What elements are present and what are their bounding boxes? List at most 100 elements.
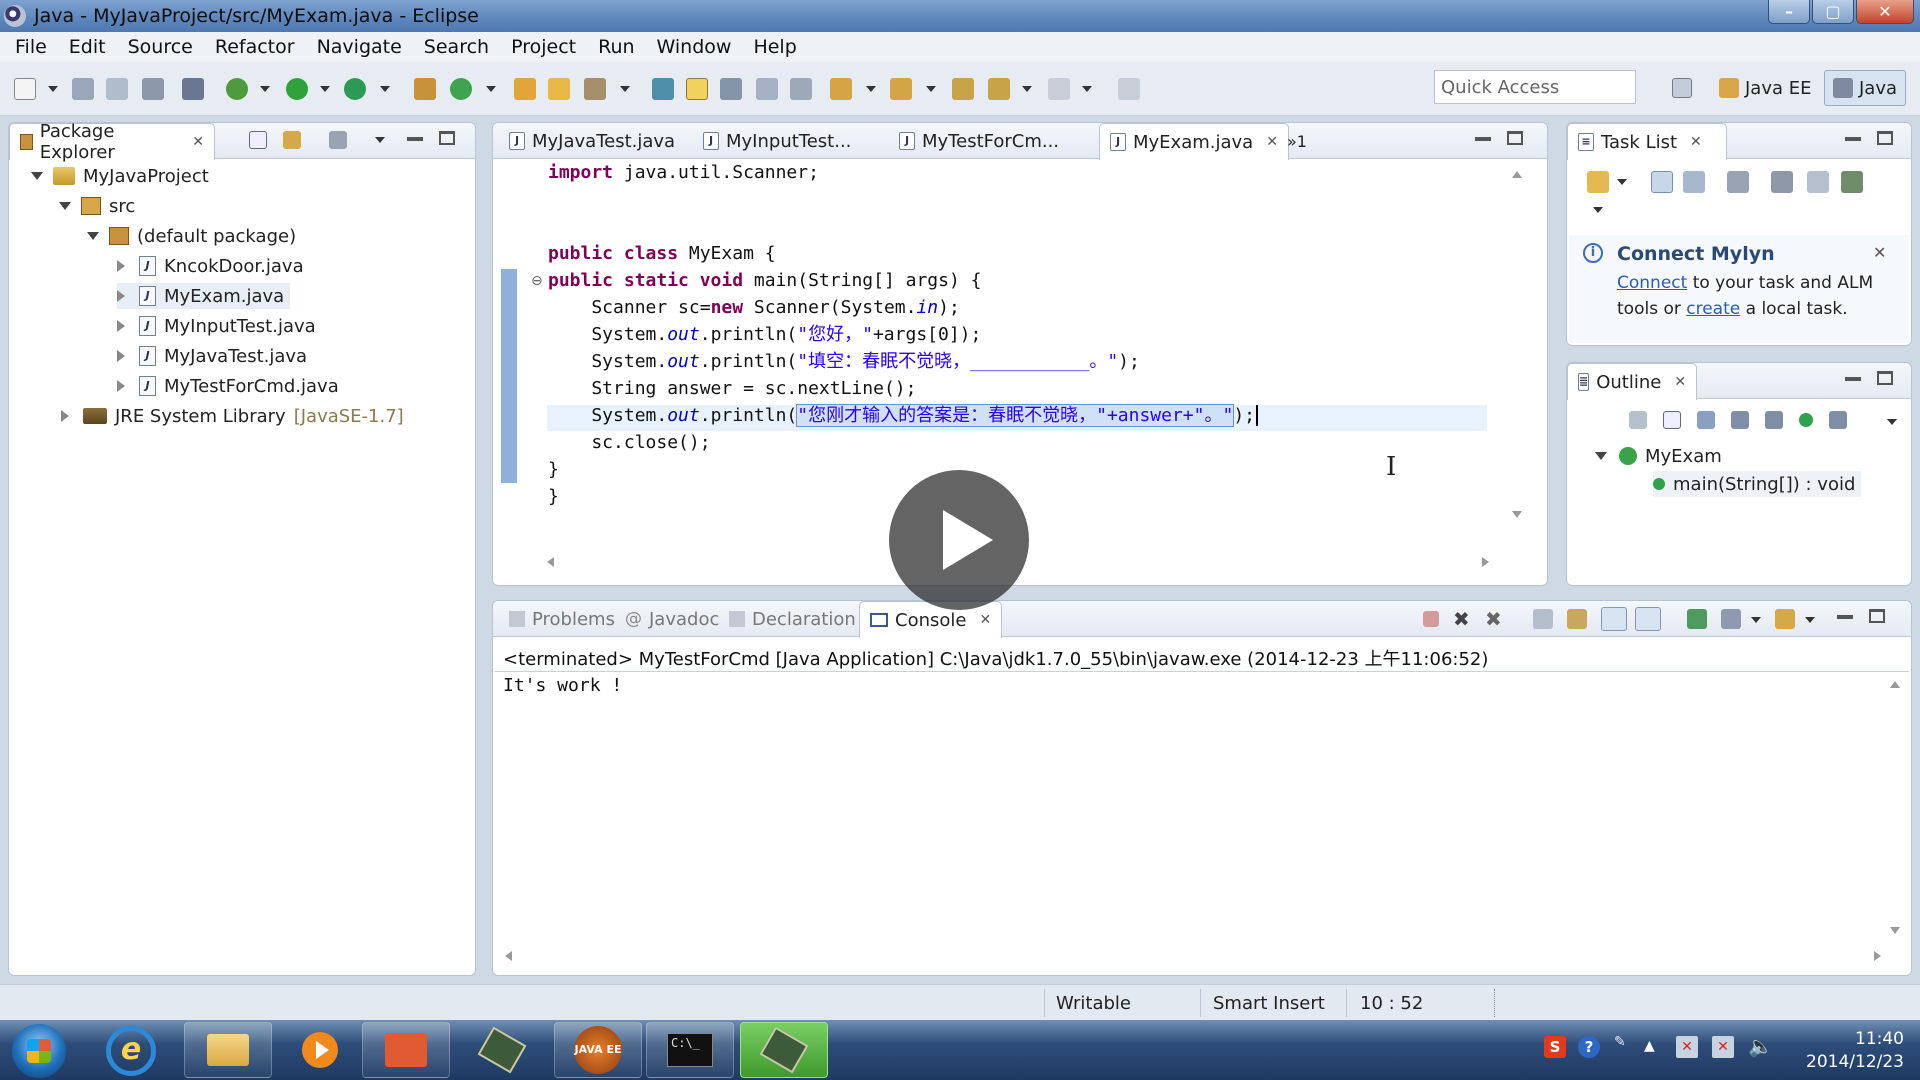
expand-arrow-icon[interactable]: [61, 410, 69, 422]
show-on-stdout-icon[interactable]: [1601, 607, 1627, 631]
scroll-left-icon[interactable]: [505, 951, 512, 961]
editor-vscrollbar[interactable]: [1507, 163, 1527, 543]
tree-jre-library[interactable]: JRE System Library [JavaSE-1.7]: [61, 403, 404, 429]
toggle-mark-icon[interactable]: [652, 78, 674, 100]
expand-arrow-icon[interactable]: [59, 202, 71, 210]
tab-outline[interactable]: ≣ Outline ✕: [1567, 363, 1697, 400]
print-icon[interactable]: [142, 78, 164, 100]
collapse-all-icon[interactable]: [1663, 411, 1681, 429]
minimize-view-icon[interactable]: [1837, 615, 1853, 619]
pen-icon[interactable]: ✎: [1614, 1034, 1626, 1050]
scheduled-icon[interactable]: [1683, 171, 1705, 193]
back-dropdown-icon[interactable]: [1022, 86, 1032, 92]
expand-arrow-icon[interactable]: [117, 260, 125, 272]
open-console-dropdown-icon[interactable]: [1805, 617, 1815, 623]
link-with-editor-icon[interactable]: [283, 131, 301, 149]
forward-dropdown-icon[interactable]: [1082, 86, 1092, 92]
new-icon[interactable]: [14, 78, 36, 100]
internet-explorer-icon[interactable]: e: [106, 1026, 156, 1076]
tree-file-myjavatest[interactable]: J MyJavaTest.java: [117, 343, 307, 369]
view-menu-icon[interactable]: [375, 137, 385, 143]
filter-icon[interactable]: [329, 131, 347, 149]
start-button[interactable]: [12, 1024, 66, 1078]
connect-link[interactable]: Connect: [1617, 273, 1687, 293]
close-mylyn-icon[interactable]: ✕: [1873, 243, 1886, 262]
menu-help[interactable]: Help: [742, 36, 807, 58]
close-tab-icon[interactable]: ✕: [1674, 374, 1686, 390]
terminate-icon[interactable]: [1423, 611, 1439, 627]
volume-icon[interactable]: 🔈: [1748, 1034, 1773, 1058]
open-perspective-icon[interactable]: [1672, 70, 1700, 106]
menu-file[interactable]: File: [4, 36, 58, 58]
categorized-icon[interactable]: [1651, 171, 1673, 193]
taskbar-command-prompt[interactable]: C:\_: [646, 1022, 734, 1078]
new-java-project-icon[interactable]: [414, 78, 436, 100]
maximize-view-icon[interactable]: [439, 131, 455, 145]
tree-default-package[interactable]: (default package): [87, 223, 296, 249]
collapse-all-icon[interactable]: [249, 131, 267, 149]
scroll-up-icon[interactable]: [1512, 171, 1522, 178]
next-annotation-dropdown-icon[interactable]: [866, 86, 876, 92]
pin-console-icon[interactable]: [1687, 609, 1707, 629]
display-console-dropdown-icon[interactable]: [1751, 617, 1761, 623]
tree-file-myinputtest[interactable]: J MyInputTest.java: [117, 313, 316, 339]
tab-overflow[interactable]: »1: [1277, 123, 1317, 159]
close-tab-icon[interactable]: ✕: [979, 612, 991, 628]
code-editor[interactable]: import java.util.Scanner; public class M…: [548, 160, 1259, 507]
menu-source[interactable]: Source: [117, 36, 204, 58]
system-clock[interactable]: 11:40 2014/12/23: [1806, 1028, 1904, 1074]
synchronize-icon[interactable]: [1841, 171, 1863, 193]
forward-icon[interactable]: [1048, 78, 1070, 100]
close-tab-icon[interactable]: ✕: [1690, 134, 1702, 150]
close-window-button[interactable]: ✕: [1856, 0, 1914, 24]
menu-project[interactable]: Project: [500, 36, 587, 58]
tree-file-myexam[interactable]: J MyExam.java: [117, 283, 291, 309]
tab-myexam[interactable]: J MyExam.java ✕: [1099, 123, 1289, 160]
show-on-stderr-icon[interactable]: [1635, 607, 1661, 631]
remove-launch-icon[interactable]: ✖: [1453, 607, 1470, 631]
taskbar-media-player[interactable]: [276, 1022, 364, 1078]
back-icon[interactable]: [988, 78, 1010, 100]
minimize-view-icon[interactable]: [1845, 137, 1861, 141]
hide-static-icon[interactable]: [1765, 411, 1783, 429]
expand-arrow-icon[interactable]: [117, 350, 125, 362]
hide-fields-icon[interactable]: [1731, 411, 1749, 429]
taskbar-java-ee-ide[interactable]: JAVA EE: [554, 1022, 642, 1078]
show-whitespace-icon[interactable]: [756, 78, 778, 100]
expand-arrow-icon[interactable]: [117, 290, 125, 302]
prev-annotation-dropdown-icon[interactable]: [926, 86, 936, 92]
hide-nonpublic-icon[interactable]: [1799, 413, 1813, 427]
pilcrow-icon[interactable]: [790, 78, 812, 100]
scroll-down-icon[interactable]: [1890, 927, 1900, 934]
console-vscrollbar[interactable]: [1885, 677, 1905, 945]
scroll-right-icon[interactable]: [1482, 557, 1489, 567]
action-center-icon[interactable]: ✕: [1676, 1036, 1698, 1058]
expand-arrow-icon[interactable]: [117, 380, 125, 392]
fold-toggle-icon[interactable]: ⊖: [531, 273, 543, 289]
tree-src[interactable]: src: [59, 193, 135, 219]
sort-icon[interactable]: [1697, 411, 1715, 429]
new-dropdown-icon[interactable]: [48, 86, 58, 92]
input-method-icon[interactable]: S: [1544, 1036, 1566, 1058]
tab-package-explorer[interactable]: Package Explorer ✕: [9, 121, 215, 163]
maximize-view-icon[interactable]: [1507, 131, 1523, 145]
debug-dropdown-icon[interactable]: [260, 86, 270, 92]
last-edit-icon[interactable]: [952, 78, 974, 100]
tab-myinputtest[interactable]: J MyInputTest...: [693, 123, 861, 159]
menu-window[interactable]: Window: [646, 36, 743, 58]
new-class-icon[interactable]: [450, 78, 472, 100]
taskbar-app-green[interactable]: [458, 1022, 546, 1078]
tree-file-mytestforcmd[interactable]: J MyTestForCmd.java: [117, 373, 339, 399]
scroll-left-icon[interactable]: [547, 557, 554, 567]
menu-refactor[interactable]: Refactor: [204, 36, 306, 58]
view-menu-icon[interactable]: [1593, 207, 1603, 213]
prev-annotation-icon[interactable]: [890, 78, 912, 100]
tab-task-list[interactable]: ≡ Task List ✕: [1567, 123, 1727, 160]
pin-editor-icon[interactable]: [1118, 78, 1140, 100]
new-task-dropdown-icon[interactable]: [1617, 179, 1627, 185]
expand-arrow-icon[interactable]: [117, 320, 125, 332]
menu-run[interactable]: Run: [587, 36, 645, 58]
tab-mytestforcmd[interactable]: J MyTestForCm...: [889, 123, 1069, 159]
focus-icon[interactable]: [1771, 171, 1793, 193]
scroll-up-icon[interactable]: [1890, 681, 1900, 688]
